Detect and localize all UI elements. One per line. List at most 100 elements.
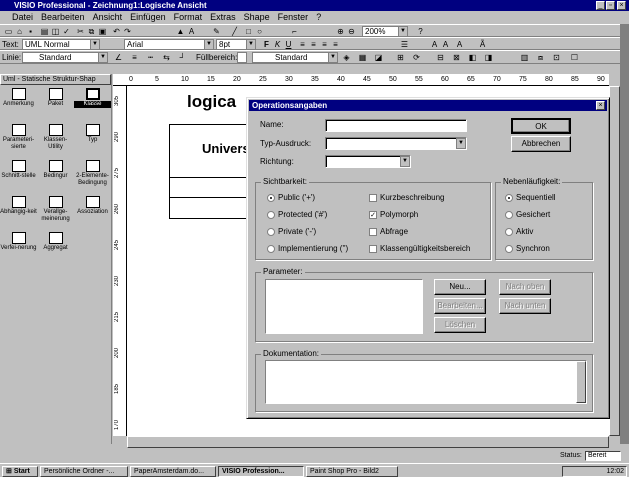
font-shrink-icon[interactable]: A (441, 40, 450, 49)
pointer-icon[interactable]: ▲ (176, 27, 185, 36)
taskbar-item[interactable]: VISIO Profession... (218, 466, 304, 477)
move-down-button[interactable]: Nach oben (499, 279, 551, 295)
font-color-icon[interactable]: A (455, 40, 464, 49)
visibility-option-0[interactable]: Public ('+') (267, 193, 315, 203)
paste-icon[interactable]: ▣ (98, 27, 107, 36)
new-icon[interactable]: ▭ (4, 27, 13, 36)
justify-icon[interactable]: ≡ (331, 40, 340, 49)
group-icon[interactable]: ⊞ (396, 53, 405, 62)
stencil-shape[interactable]: Verallge-meinerung (37, 196, 74, 223)
help-icon[interactable]: ? (416, 27, 425, 36)
font-combo[interactable]: Arial ▼ (124, 39, 214, 50)
copy-icon[interactable]: ⧉ (87, 27, 96, 36)
stencil-shape[interactable]: Parameteri-sierte (0, 124, 37, 151)
stencil-title[interactable]: Uml - Statische Struktur-Shap (0, 74, 111, 85)
rectangle-tool-icon[interactable]: □ (244, 27, 253, 36)
maximize-button[interactable]: ▫ (606, 1, 615, 10)
flags-option-1[interactable]: ✓ Polymorph (369, 210, 418, 220)
move-up-button[interactable]: Nach unten (499, 298, 551, 314)
zoom-combo[interactable]: 200% ▼ (362, 26, 408, 37)
flags-option-0[interactable]: Kurzbeschreibung (369, 193, 444, 203)
font-grow-icon[interactable]: A (430, 40, 439, 49)
stencil-shape[interactable]: Abhängig-keit (0, 196, 37, 216)
layout-icon[interactable]: ▥ (520, 53, 529, 62)
stencil-shape[interactable]: Assoziation (74, 196, 111, 216)
zoom-out-icon[interactable]: ⊖ (347, 27, 356, 36)
taskbar-item[interactable]: Persönliche Ordner -... (40, 466, 128, 477)
redo-icon[interactable]: ↷ (123, 27, 132, 36)
cut-icon[interactable]: ✂ (76, 27, 85, 36)
fill-color-box[interactable] (237, 52, 247, 63)
preview-icon[interactable]: ◫ (51, 27, 60, 36)
concurrency-option-1[interactable]: Gesichert (505, 210, 550, 220)
stencil-shape[interactable]: Typ (74, 124, 111, 144)
line-style-combo[interactable]: Standard ▼ (22, 52, 108, 63)
fill-style-combo[interactable]: Standard ▼ (252, 52, 338, 63)
connect-icon[interactable]: ⧈ (536, 53, 545, 62)
text-style-combo[interactable]: UML Normal ▼ (22, 39, 100, 50)
ok-button[interactable]: OK (511, 118, 571, 134)
bullets-icon[interactable]: ☰ (400, 40, 409, 49)
line-tool-icon[interactable]: ╱ (230, 27, 239, 36)
taskbar-item[interactable]: Paint Shop Pro - Bild2 (306, 466, 398, 477)
properties-icon[interactable]: ☐ (570, 53, 579, 62)
fill-color-icon[interactable]: ◈ (342, 53, 351, 62)
type-combo[interactable]: ▼ (325, 137, 467, 150)
text-tool-icon[interactable]: A (187, 27, 196, 36)
minimize-button[interactable]: _ (596, 1, 605, 10)
visibility-option-3[interactable]: Implementierung ('') (267, 244, 348, 254)
edit-parameter-button[interactable]: Bearbeiten... (434, 298, 486, 314)
open-icon[interactable]: ⌂ (15, 27, 24, 36)
stencil-shape[interactable]: Bedingur (37, 160, 74, 180)
bold-icon[interactable]: F (262, 40, 271, 49)
fill-pattern-icon[interactable]: ▦ (358, 53, 367, 62)
visibility-option-2[interactable]: Private ('-') (267, 227, 316, 237)
print-icon[interactable]: ▤ (40, 27, 49, 36)
align-left-icon[interactable]: ≡ (298, 40, 307, 49)
delete-parameter-button[interactable]: Löschen (434, 317, 486, 333)
rotate-icon[interactable]: ⟳ (412, 53, 421, 62)
stencil-shape[interactable]: Klassen-Utility (37, 124, 74, 151)
pencil-icon[interactable]: ✎ (212, 27, 221, 36)
visibility-option-1[interactable]: Protected ('#') (267, 210, 327, 220)
line-pattern-icon[interactable]: ┅ (146, 53, 155, 62)
taskbar-item[interactable]: PaperAmsterdam.do... (130, 466, 216, 477)
corner-icon[interactable]: ┘ (178, 53, 187, 62)
menu-item-6[interactable]: Shape (244, 11, 270, 23)
stencil-shape[interactable]: Paket (37, 88, 74, 108)
doc-scrollbar[interactable] (576, 361, 586, 403)
start-button[interactable]: ⊞ Start (2, 466, 38, 477)
concurrency-option-3[interactable]: Synchron (505, 244, 550, 254)
stencil-shape[interactable]: 2-Elemente-Bedingung (74, 160, 111, 187)
underline-icon[interactable]: U (284, 40, 293, 49)
menu-item-8[interactable]: ? (316, 11, 321, 23)
spell-icon[interactable]: ✓ (62, 27, 71, 36)
undo-icon[interactable]: ↶ (112, 27, 121, 36)
stencil-shape[interactable]: Aggregat (37, 232, 74, 252)
align-center-icon[interactable]: ≡ (309, 40, 318, 49)
align-shapes-icon[interactable]: ⊟ (436, 53, 445, 62)
name-field[interactable] (325, 119, 467, 132)
ellipse-tool-icon[interactable]: ○ (255, 27, 264, 36)
save-icon[interactable]: ▪ (26, 27, 35, 36)
flags-option-3[interactable]: Klassengültigkeitsbereich (369, 244, 470, 254)
flags-option-2[interactable]: Abfrage (369, 227, 408, 237)
shadow-icon[interactable]: ◪ (374, 53, 383, 62)
concurrency-option-2[interactable]: Aktiv (505, 227, 533, 237)
format-icon[interactable]: ⊡ (552, 53, 561, 62)
menu-item-5[interactable]: Extras (210, 11, 236, 23)
format-painter-icon[interactable]: Ã (478, 40, 487, 49)
send-back-icon[interactable]: ◨ (484, 53, 493, 62)
direction-combo[interactable]: ▼ (325, 155, 411, 168)
menu-item-3[interactable]: Einfügen (130, 11, 166, 23)
stencil-shape[interactable]: Verfei-nerung (0, 232, 37, 252)
documentation-field[interactable] (265, 360, 587, 404)
line-weight-icon[interactable]: ≡ (130, 53, 139, 62)
align-right-icon[interactable]: ≡ (320, 40, 329, 49)
font-size-combo[interactable]: 8pt ▼ (216, 39, 256, 50)
cancel-button[interactable]: Abbrechen (511, 136, 571, 152)
line-color-icon[interactable]: ∠ (114, 53, 123, 62)
vertical-scrollbar[interactable] (609, 86, 620, 436)
distribute-icon[interactable]: ⊠ (452, 53, 461, 62)
menu-item-0[interactable]: Datei (12, 11, 33, 23)
